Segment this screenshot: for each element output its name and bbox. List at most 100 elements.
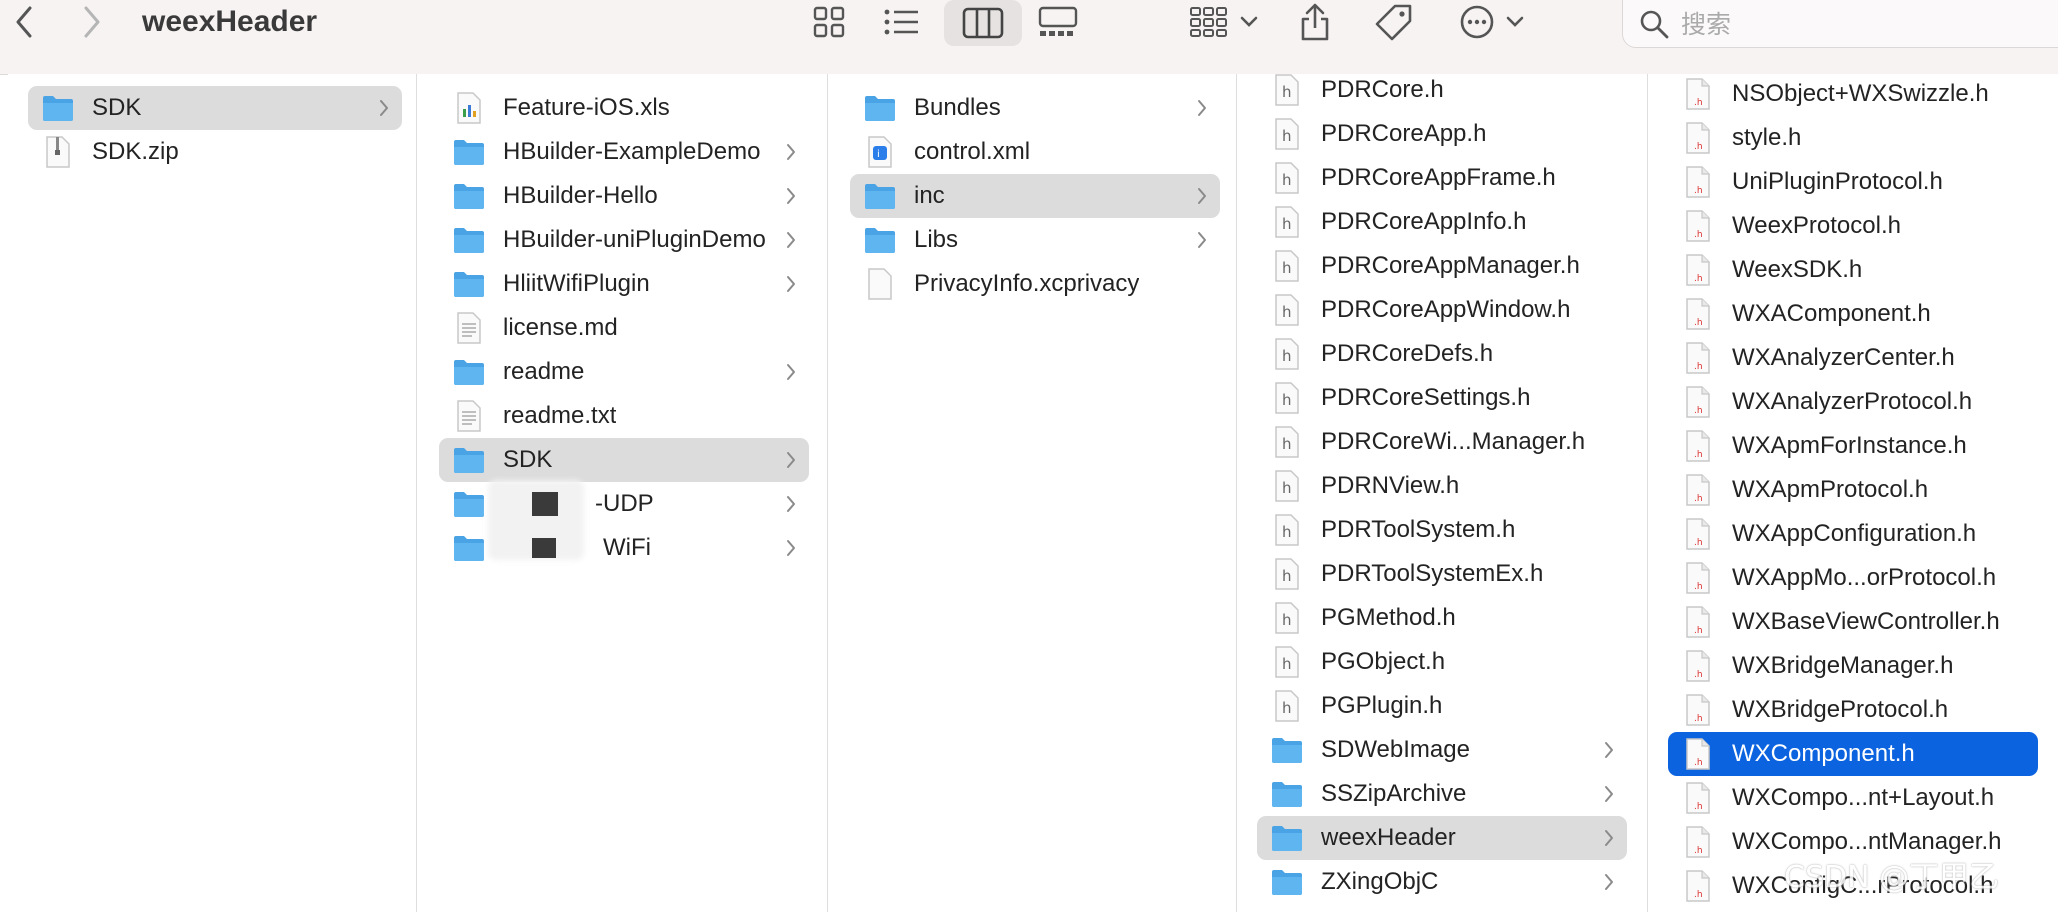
tag-icon — [1375, 4, 1412, 41]
file-item[interactable]: h PDRCoreDefs.h — [1257, 332, 1627, 376]
disclosure-chevron — [1196, 218, 1208, 262]
file-item[interactable]: .h WXBridgeProtocol.h — [1668, 688, 2038, 732]
file-item[interactable]: .h NSObject+WXSwizzle.h — [1668, 74, 2038, 116]
disclosure-chevron — [785, 218, 797, 262]
folder-icon — [1272, 870, 1302, 895]
icon-view-button[interactable] — [804, 0, 854, 44]
file-item[interactable]: .h WXComponent.h — [1668, 732, 2038, 776]
folder-item[interactable]: SDWebImage — [1257, 728, 1627, 772]
folder-item[interactable]: Bundles — [850, 86, 1220, 130]
item-label: SDK — [503, 446, 553, 473]
file-item[interactable]: .h WXAnalyzerProtocol.h — [1668, 380, 2038, 424]
file-item[interactable]: h PDRCoreAppInfo.h — [1257, 200, 1627, 244]
file-item[interactable]: h PDRToolSystem.h — [1257, 508, 1627, 552]
file-item[interactable]: h PDRCoreAppWindow.h — [1257, 288, 1627, 332]
file-item[interactable]: .h style.h — [1668, 116, 2038, 160]
item-label: WXAnalyzerProtocol.h — [1732, 388, 1973, 415]
folder-item[interactable]: weexHeader — [1257, 816, 1627, 860]
file-item[interactable]: .h WXAComponent.h — [1668, 292, 2038, 336]
gallery-view-button[interactable] — [1030, 0, 1086, 44]
file-item[interactable]: h PDRCore.h — [1257, 74, 1627, 112]
file-item[interactable]: .h WXAppMo...orProtocol.h — [1668, 556, 2038, 600]
file-item[interactable]: .h WXAnalyzerCenter.h — [1668, 336, 2038, 380]
folder-icon — [865, 184, 895, 209]
folder-item[interactable]: HBuilder-uniPluginDemo — [439, 218, 809, 262]
header-file-icon: h — [1275, 470, 1299, 502]
forward-button[interactable] — [74, 0, 110, 44]
item-label: PDRToolSystemEx.h — [1321, 560, 1544, 587]
item-label: WXApmForInstance.h — [1732, 432, 1967, 459]
file-item[interactable]: h PGPlugin.h — [1257, 684, 1627, 728]
file-item[interactable]: h PDRNView.h — [1257, 464, 1627, 508]
header-file-icon: h — [1275, 206, 1299, 238]
file-item[interactable]: h PDRCoreSettings.h — [1257, 376, 1627, 420]
file-item[interactable]: .h WXApmForInstance.h — [1668, 424, 2038, 468]
folder-item[interactable]: ZXingObjC — [1257, 860, 1627, 904]
item-label: license.md — [503, 314, 618, 341]
item-label: weexHeader — [1321, 824, 1456, 851]
file-item[interactable]: PrivacyInfo.xcprivacy — [850, 262, 1220, 306]
file-item[interactable]: .h WeexProtocol.h — [1668, 204, 2038, 248]
tag-button[interactable] — [1368, 0, 1420, 44]
file-item[interactable]: .h WXBaseViewController.h — [1668, 600, 2038, 644]
file-item[interactable]: SDK.zip — [28, 130, 402, 174]
item-icon — [451, 398, 487, 434]
svg-text:h: h — [1282, 259, 1292, 277]
folder-item[interactable]: HliitWifiPlugin — [439, 262, 809, 306]
disclosure-chevron — [1603, 816, 1615, 860]
back-button[interactable] — [6, 0, 42, 44]
item-label: HliitWifiPlugin — [503, 270, 650, 297]
item-label: HBuilder-uniPluginDemo — [503, 226, 766, 253]
list-view-button[interactable] — [876, 0, 928, 44]
folder-item[interactable]: Libs — [850, 218, 1220, 262]
more-actions-button[interactable] — [1452, 0, 1532, 44]
chevron-left-icon — [16, 6, 32, 38]
folder-item[interactable]: SDK — [439, 438, 809, 482]
item-icon — [451, 442, 487, 478]
file-item[interactable]: h PDRCoreWi...Manager.h — [1257, 420, 1627, 464]
item-icon: .h — [1680, 736, 1716, 772]
search-input[interactable] — [1681, 9, 2041, 39]
file-item[interactable]: h PDRCoreApp.h — [1257, 112, 1627, 156]
file-item[interactable]: h PGObject.h — [1257, 640, 1627, 684]
folder-icon — [454, 272, 484, 297]
item-icon — [451, 310, 487, 346]
item-icon: .h — [1680, 384, 1716, 420]
column-weexheader: .h NSObject+WXSwizzle.h .h style.h .h UniPl… — [1648, 74, 2058, 912]
file-item[interactable]: h PDRToolSystemEx.h — [1257, 552, 1627, 596]
file-item[interactable]: h PDRCoreAppManager.h — [1257, 244, 1627, 288]
item-icon — [451, 134, 487, 170]
item-icon — [862, 266, 898, 302]
header-file-icon: .h — [1686, 738, 1710, 770]
file-item[interactable]: h PDRCoreAppFrame.h — [1257, 156, 1627, 200]
folder-item[interactable]: SDK — [28, 86, 402, 130]
file-item[interactable]: .h WXAppConfiguration.h — [1668, 512, 2038, 556]
header-file-icon: h — [1275, 558, 1299, 590]
file-item[interactable]: .h WXBridgeManager.h — [1668, 644, 2038, 688]
file-item[interactable]: Feature-iOS.xls — [439, 86, 809, 130]
file-item[interactable]: .h UniPluginProtocol.h — [1668, 160, 2038, 204]
item-icon: h — [1269, 292, 1305, 328]
item-icon: .h — [1680, 516, 1716, 552]
search-field[interactable] — [1622, 0, 2058, 48]
file-item[interactable]: .h WeexSDK.h — [1668, 248, 2038, 292]
folder-item[interactable]: HBuilder-Hello — [439, 174, 809, 218]
column-view-button[interactable] — [944, 0, 1022, 46]
folder-item[interactable]: inc — [850, 174, 1220, 218]
file-item[interactable]: h PGMethod.h — [1257, 596, 1627, 640]
header-file-icon: h — [1275, 426, 1299, 458]
svg-text:.h: .h — [1694, 362, 1703, 372]
disclosure-chevron — [785, 482, 797, 526]
file-item[interactable]: readme.txt — [439, 394, 809, 438]
folder-item[interactable]: SSZipArchive — [1257, 772, 1627, 816]
file-item[interactable]: i control.xml — [850, 130, 1220, 174]
folder-icon — [454, 140, 484, 165]
file-item[interactable]: .h WXApmProtocol.h — [1668, 468, 2038, 512]
file-item[interactable]: license.md — [439, 306, 809, 350]
share-button[interactable] — [1290, 0, 1340, 44]
group-button[interactable] — [1182, 0, 1266, 44]
folder-item[interactable]: HBuilder-ExampleDemo — [439, 130, 809, 174]
item-label: WeexSDK.h — [1732, 256, 1863, 283]
folder-item[interactable]: readme — [439, 350, 809, 394]
file-item[interactable]: .h WXCompo...nt+Layout.h — [1668, 776, 2038, 820]
